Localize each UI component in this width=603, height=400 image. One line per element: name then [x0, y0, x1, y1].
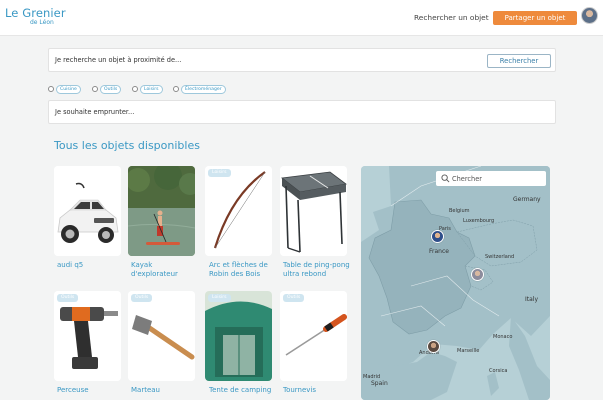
item-label[interactable]: audi q5 — [57, 261, 127, 270]
item-card-audi[interactable] — [54, 166, 121, 256]
search-icon — [441, 174, 450, 183]
item-label[interactable]: Tente de camping — [209, 386, 279, 395]
drill-image — [54, 291, 121, 381]
user-avatar[interactable] — [581, 7, 598, 24]
user-pin-lyon[interactable] — [471, 268, 484, 281]
nav-search-link[interactable]: Rechercher un objet — [414, 13, 489, 22]
tent-image — [205, 291, 272, 381]
item-label[interactable]: Arc et flèches de Robin des Bois — [209, 261, 279, 279]
category-radio[interactable] — [173, 86, 179, 92]
item-label[interactable]: Tournevis — [283, 386, 353, 395]
map-label-spain: Spain — [371, 380, 388, 387]
category-tag: Outils — [100, 85, 122, 94]
category-badge: Outils — [283, 294, 305, 302]
map-label-marseille: Marseille — [457, 348, 480, 354]
category-badge: Loisirs — [208, 294, 231, 302]
item-card-tente[interactable]: Loisirs — [205, 291, 272, 381]
logo-title[interactable]: Le Grenier — [5, 6, 66, 20]
map-label-germany: Germany — [513, 196, 541, 203]
location-search-input[interactable]: Je recherche un objet à proximité de... — [55, 56, 181, 64]
borrow-input[interactable]: Je souhaite emprunter... — [55, 108, 134, 116]
item-card-pingpong[interactable] — [280, 166, 347, 256]
share-object-button[interactable]: Partager un objet — [493, 11, 577, 25]
item-card-kayak[interactable] — [128, 166, 195, 256]
item-card-tournevis[interactable]: Outils — [280, 291, 347, 381]
map-label-france: France — [429, 248, 449, 255]
category-tag: Cuisine — [56, 85, 81, 94]
item-card-perceuse[interactable]: Outils — [54, 291, 121, 381]
ping-pong-table-image — [280, 166, 347, 256]
search-button[interactable]: Rechercher — [487, 54, 551, 68]
category-tag: Loisirs — [140, 85, 163, 94]
map-label-madrid: Madrid — [363, 374, 381, 380]
map-search-box[interactable]: Chercher — [436, 171, 546, 186]
category-radio[interactable] — [48, 86, 54, 92]
map-search-placeholder: Chercher — [452, 175, 482, 183]
bow-image — [205, 166, 272, 256]
item-label[interactable]: Table de ping-pong ultra rebond — [283, 261, 353, 279]
user-pin-paris[interactable] — [431, 230, 444, 243]
map-label-corsica: Corsica — [489, 368, 508, 374]
category-radio[interactable] — [132, 86, 138, 92]
map-label-luxembourg: Luxembourg — [463, 218, 495, 224]
screwdriver-image — [280, 291, 347, 381]
item-label[interactable]: Marteau — [131, 386, 201, 395]
logo-subtitle: de Léon — [30, 19, 54, 26]
item-card-marteau[interactable]: Outils — [128, 291, 195, 381]
item-label[interactable]: Kayak d'explorateur — [131, 261, 201, 279]
borrow-card: Je souhaite emprunter... — [48, 100, 556, 124]
category-radio[interactable] — [92, 86, 98, 92]
kayak-image — [128, 166, 195, 256]
category-badge: Outils — [131, 294, 153, 302]
user-pin-south[interactable] — [427, 340, 440, 353]
item-card-arc[interactable]: Loisirs — [205, 166, 272, 256]
car-image — [54, 166, 121, 256]
location-search-card: Je recherche un objet à proximité de... … — [48, 48, 556, 72]
map-label-monaco: Monaco — [493, 334, 513, 340]
hammer-image — [128, 291, 195, 381]
top-header: Le Grenier de Léon Rechercher un objet P… — [0, 0, 603, 36]
category-tag: Électroménager — [181, 85, 226, 94]
map-panel[interactable]: Chercher Belgium Luxembourg Paris France… — [361, 166, 550, 400]
map-label-italy: Italy — [525, 296, 539, 303]
item-label[interactable]: Perceuse — [57, 386, 127, 395]
category-badge: Loisirs — [208, 169, 231, 177]
section-title: Tous les objets disponibles — [54, 139, 200, 152]
map-label-belgium: Belgium — [449, 208, 470, 214]
map-label-switzerland: Switzerland — [485, 254, 515, 260]
category-badge: Outils — [57, 294, 79, 302]
